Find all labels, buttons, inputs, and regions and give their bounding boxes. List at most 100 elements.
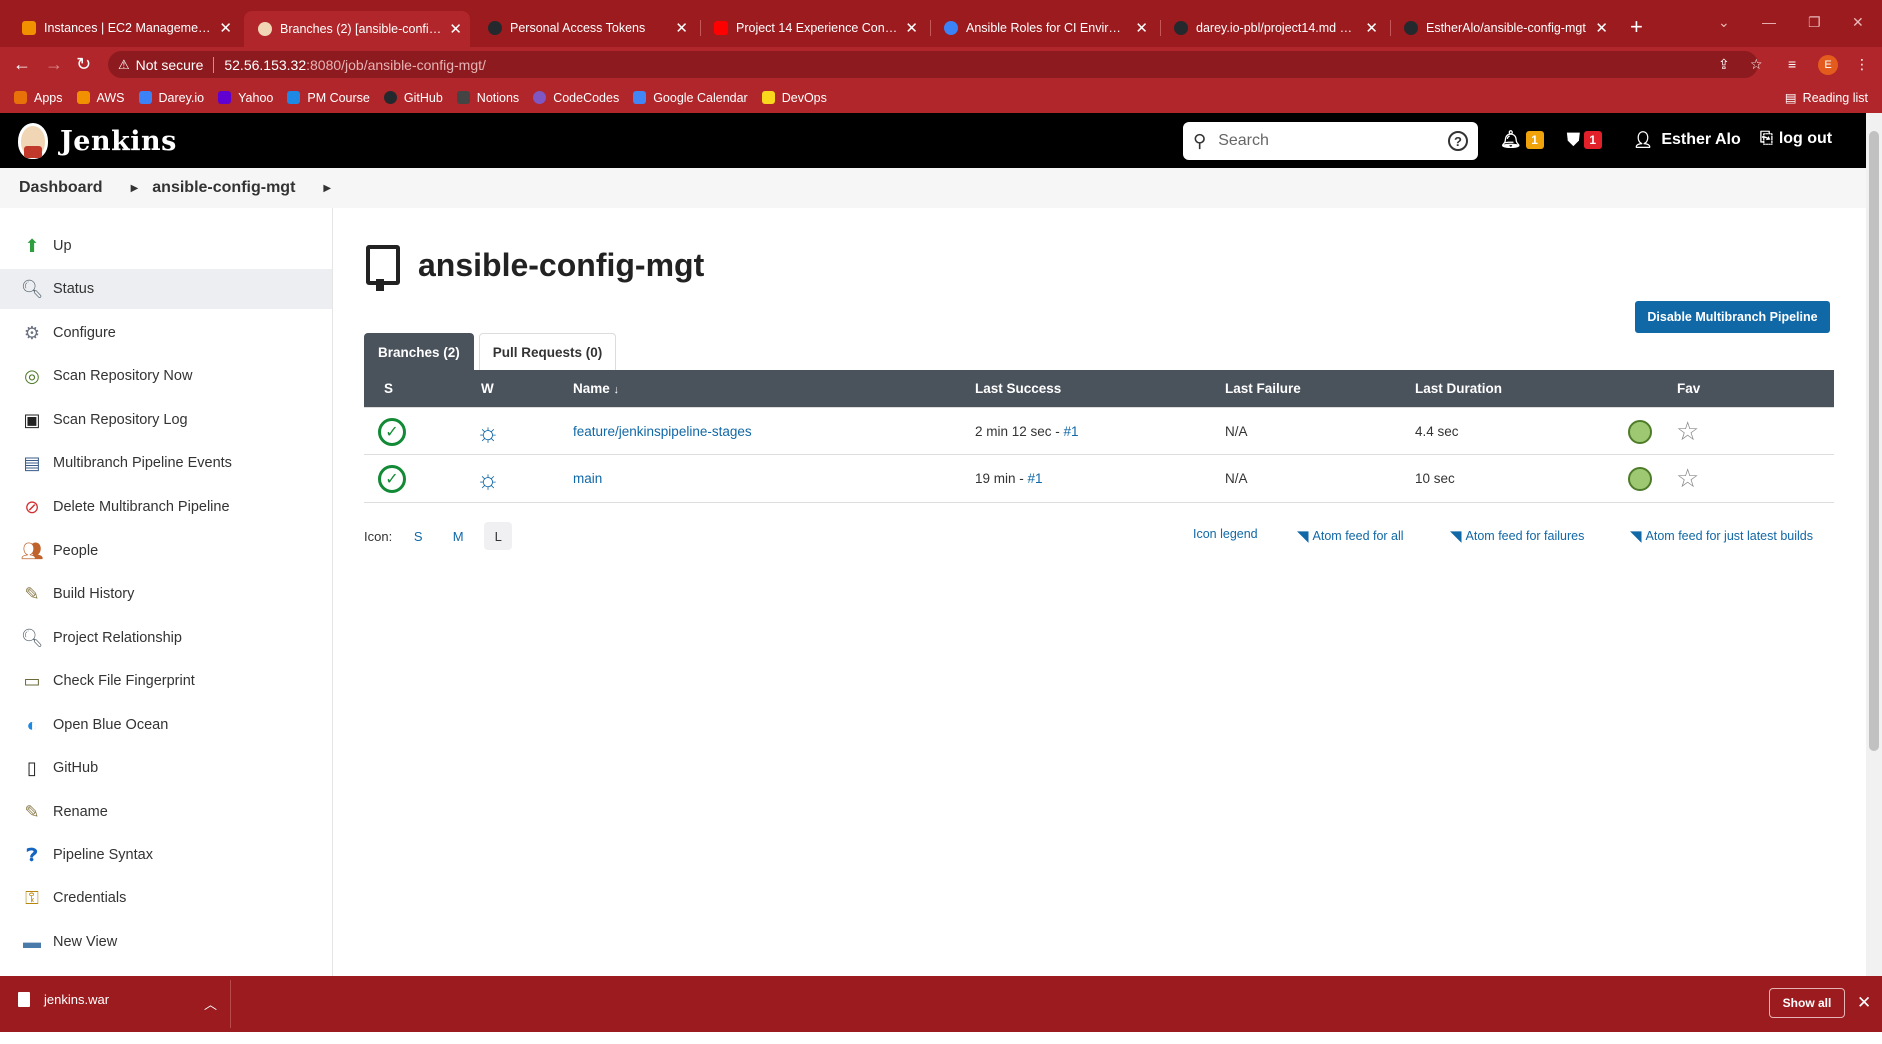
column-last-duration[interactable]: Last Duration [1415,381,1502,396]
scrollbar-thumb[interactable] [1869,131,1879,751]
favorite-star-icon[interactable]: ☆ [1676,416,1699,447]
column-last-failure[interactable]: Last Failure [1225,381,1301,396]
sidebar-item-configure[interactable]: ⚙ Configure [0,313,332,353]
bookmark-dareyio[interactable]: Darey.io [138,91,204,105]
browser-tab-repo[interactable]: EstherAlo/ansible-config-mgt ✕ [1390,16,1616,40]
minimize-icon[interactable]: — [1762,14,1776,30]
icon-legend-link[interactable]: Icon legend [1193,527,1258,541]
address-bar[interactable]: ⚠ Not secure 52.56.153.32:8080/job/ansib… [108,51,1758,78]
bookmark-apps[interactable]: Apps [14,91,63,105]
forward-icon[interactable]: → [45,54,63,74]
browser-tab-ec2[interactable]: Instances | EC2 Management Co ✕ [8,16,240,40]
show-all-downloads-button[interactable]: Show all [1769,988,1845,1018]
logout-button[interactable]: ⎘ log out [1760,130,1832,148]
schedule-build-icon[interactable] [1628,420,1652,444]
sidebar-item-blue-ocean[interactable]: ◐ Open Blue Ocean [0,705,332,745]
sidebar-item-scan-repository-now[interactable]: ◎ Scan Repository Now [0,356,332,396]
browser-tab-ansible[interactable]: Ansible Roles for CI Environmen ✕ [930,16,1156,40]
tab-pull-requests[interactable]: Pull Requests (0) [478,333,617,370]
reading-list[interactable]: ▤ Reading list [1785,90,1868,106]
atom-feed-failures[interactable]: ◥ Atom feed for failures [1450,527,1584,545]
tab-branches[interactable]: Branches (2) [364,333,474,370]
jenkins-home-link[interactable]: Jenkins [18,123,177,159]
sidebar-item-github[interactable]: ▯ GitHub [0,748,332,788]
search-input[interactable] [1218,132,1448,150]
browser-tab-tokens[interactable]: Personal Access Tokens ✕ [474,16,696,40]
atom-feed-all-link[interactable]: Atom feed for all [1313,529,1404,543]
bookmark-star-icon[interactable]: ☆ [1750,56,1763,73]
sidebar-item-rename[interactable]: ✎ Rename [0,792,332,832]
close-icon[interactable]: ✕ [1135,21,1148,36]
browser-tab-jenkins[interactable]: Branches (2) [ansible-config-mg ✕ [244,11,470,47]
sidebar-item-credentials[interactable]: ⚿ Credentials [0,878,332,918]
icon-legend[interactable]: Icon legend [1193,527,1258,541]
download-item[interactable]: jenkins.war [18,992,109,1007]
favorite-star-icon[interactable]: ☆ [1676,463,1699,494]
security-alerts-button[interactable]: ⛊ 1 [1567,130,1602,150]
branch-link[interactable]: main [573,471,602,486]
sidebar-item-new-view[interactable]: ▬ New View [0,922,332,962]
breadcrumb-dashboard[interactable]: Dashboard [19,179,103,197]
new-tab-icon[interactable]: + [1630,14,1643,40]
column-name[interactable]: Name ↓ [573,381,619,396]
chevron-up-icon[interactable]: ︿ [204,994,217,1013]
profile-avatar[interactable]: E [1818,55,1838,75]
vertical-scrollbar[interactable] [1866,113,1882,976]
warning-icon[interactable]: ⚠ [118,57,130,73]
close-icon[interactable]: ✕ [219,21,232,36]
sidebar-item-pipeline-syntax[interactable]: ❓︎ Pipeline Syntax [0,835,332,875]
breadcrumb-job[interactable]: ansible-config-mgt [152,179,295,197]
disable-multibranch-pipeline-button[interactable]: Disable Multibranch Pipeline [1635,301,1830,333]
atom-feed-latest-link[interactable]: Atom feed for just latest builds [1646,529,1813,543]
not-secure-label[interactable]: Not secure [136,57,204,73]
help-icon[interactable]: ? [1448,131,1468,151]
atom-feed-failures-link[interactable]: Atom feed for failures [1466,529,1585,543]
atom-feed-latest[interactable]: ◥ Atom feed for just latest builds [1630,527,1813,545]
sidebar-item-up[interactable]: ⬆ Up [0,226,332,266]
bookmark-aws[interactable]: AWS [76,91,125,105]
close-icon[interactable]: ✕ [1857,993,1871,1013]
bookmark-devops[interactable]: DevOps [761,91,827,105]
bookmark-codecodes[interactable]: CodeCodes [533,91,619,105]
window-close-icon[interactable]: ✕ [1852,14,1864,31]
sidebar-item-check-fingerprint[interactable]: ▭ Check File Fingerprint [0,661,332,701]
bookmark-google-calendar[interactable]: Google Calendar [633,91,748,105]
reload-icon[interactable]: ↻ [76,54,91,74]
icon-size-medium[interactable]: M [444,522,472,550]
back-icon[interactable]: ← [13,54,31,74]
icon-size-large[interactable]: L [484,522,513,550]
sidebar-item-scan-repository-log[interactable]: ▣ Scan Repository Log [0,400,332,440]
user-menu[interactable]: 👤︎ Esther Alo [1633,130,1741,150]
schedule-build-icon[interactable] [1628,467,1652,491]
branch-link[interactable]: feature/jenkinspipeline-stages [573,424,752,439]
share-icon[interactable]: ⇪ [1718,56,1730,73]
sidebar-item-build-history[interactable]: ✎ Build History [0,574,332,614]
build-link[interactable]: #1 [1064,424,1079,439]
tab-search-icon[interactable]: ⌄ [1718,14,1730,31]
notifications-button[interactable]: 🔔︎ 1 [1500,130,1544,150]
close-icon[interactable]: ✕ [675,21,688,36]
restore-icon[interactable]: ❐ [1808,14,1821,31]
bookmark-yahoo[interactable]: Yahoo [218,91,273,105]
sidebar-item-status[interactable]: 🔍︎ Status [0,269,332,309]
close-icon[interactable]: ✕ [1595,21,1608,36]
sidebar-item-people[interactable]: 👥︎ People [0,531,332,571]
bookmark-notions[interactable]: Notions [456,91,519,105]
bookmark-github[interactable]: GitHub [383,91,443,105]
build-link[interactable]: #1 [1028,471,1043,486]
column-status[interactable]: S [384,381,393,396]
column-last-success[interactable]: Last Success [975,381,1061,396]
close-icon[interactable]: ✕ [449,22,462,37]
close-icon[interactable]: ✕ [1365,21,1378,36]
column-weather[interactable]: W [481,381,494,396]
bookmark-pm-course[interactable]: PM Course [287,91,370,105]
browser-tab-youtube[interactable]: Project 14 Experience Continuou ✕ [700,16,926,40]
sidebar-item-multibranch-events[interactable]: ▤ Multibranch Pipeline Events [0,443,332,483]
sidebar-item-delete-pipeline[interactable]: ⊘ Delete Multibranch Pipeline [0,487,332,527]
menu-icon[interactable]: ⋮ [1855,56,1869,73]
sidebar-item-project-relationship[interactable]: 🔍︎ Project Relationship [0,618,332,658]
atom-feed-all[interactable]: ◥ Atom feed for all [1297,527,1404,545]
breadcrumb-chevron-icon[interactable]: ▶ [323,183,331,194]
browser-tab-project14[interactable]: darey.io-pbl/project14.md at m ✕ [1160,16,1386,40]
breadcrumb-chevron-icon[interactable]: ▶ [131,183,139,194]
